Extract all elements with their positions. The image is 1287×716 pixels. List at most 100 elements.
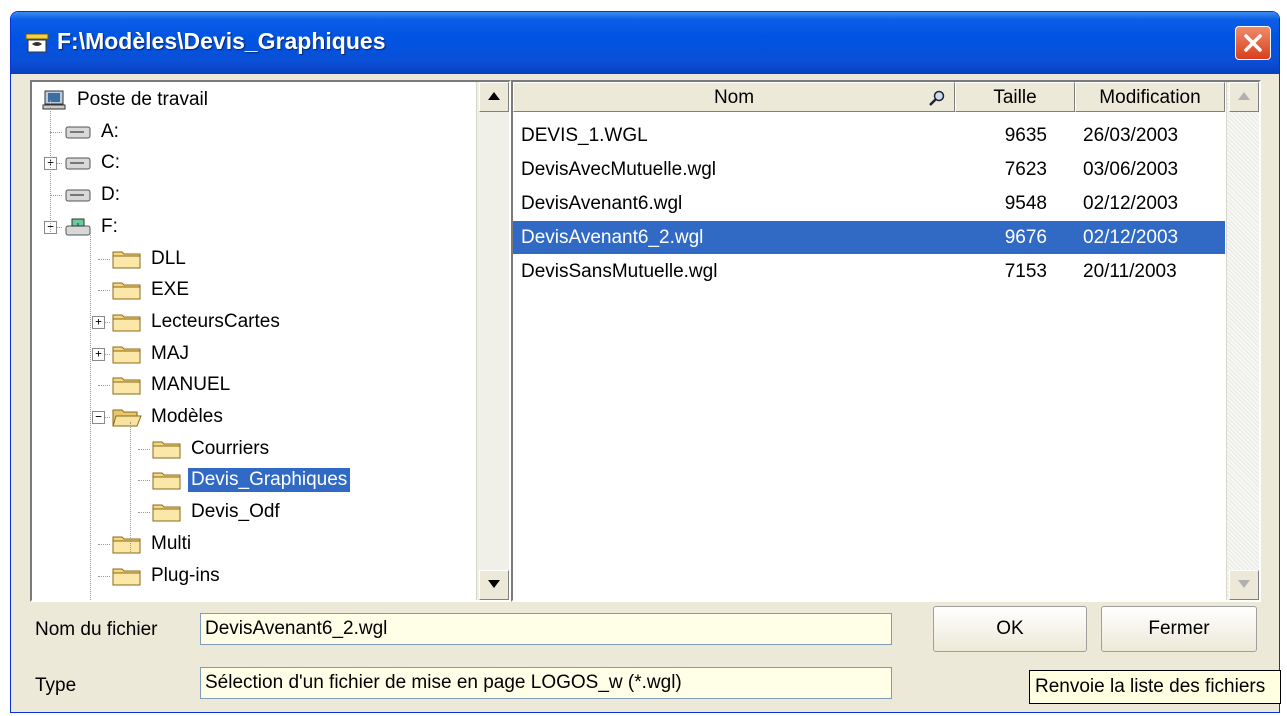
file-row[interactable]: DevisAvenant6.wgl 9548 02/12/2003: [513, 187, 1225, 220]
tree-item[interactable]: DLL: [112, 244, 189, 274]
file-list[interactable]: Nom Taille Modification DEVIS_1.WGL 9635 2…: [511, 80, 1261, 602]
tree-item-label: F:: [101, 215, 118, 237]
file-size: 9635: [1004, 125, 1047, 146]
file-row[interactable]: DevisAvenant6_2.wgl 9676 02/12/2003: [513, 221, 1225, 254]
folder-icon: [112, 536, 141, 554]
tree-item-label: A:: [101, 120, 119, 142]
tree-connector: [138, 480, 150, 482]
folder-icon: [112, 314, 141, 332]
file-name: DEVIS_1.WGL: [521, 125, 648, 146]
computer-icon: [42, 90, 66, 110]
tree-connector: [98, 290, 110, 292]
tree-item[interactable]: D:: [64, 180, 123, 210]
tree-item[interactable]: Courriers: [152, 434, 272, 464]
column-header-name[interactable]: Nom: [513, 82, 955, 112]
tree-connector: [50, 100, 51, 232]
close-window-button[interactable]: [1235, 26, 1271, 60]
tree-scrollbar[interactable]: [476, 82, 509, 600]
title-bar[interactable]: F:\Modèles\Devis_Graphiques: [11, 12, 1279, 74]
file-date: 20/11/2003: [1083, 261, 1177, 282]
tree-connector: [50, 195, 62, 197]
drive-icon: [65, 157, 91, 170]
folder-tree[interactable]: Poste de travail A: C: + D: F: − DLL EXE Lecteurs…: [30, 80, 511, 602]
filename-field[interactable]: DevisAvenant6_2.wgl: [200, 613, 892, 645]
column-header-size[interactable]: Taille: [955, 82, 1075, 112]
tree-item-label: Multi: [151, 532, 192, 554]
file-row[interactable]: DevisSansMutuelle.wgl 7153 20/11/2003: [513, 255, 1225, 288]
tree-item[interactable]: Poste de travail: [40, 85, 211, 115]
tree-item-label: DLL: [151, 247, 186, 269]
tree-item[interactable]: Multi: [112, 529, 194, 559]
file-size: 7153: [1004, 261, 1047, 282]
file-row[interactable]: DevisAvecMutuelle.wgl 7623 03/06/2003: [513, 153, 1225, 186]
filename-label-text: Nom du fichier: [35, 619, 158, 640]
tree-item[interactable]: Plug-ins: [112, 561, 223, 591]
tree-item-label: Plug-ins: [151, 564, 220, 586]
tree-connector: [98, 575, 110, 577]
type-field[interactable]: Sélection d'un fichier de mise en page L…: [200, 667, 892, 699]
collapse-icon[interactable]: −: [92, 411, 105, 424]
file-row[interactable]: DEVIS_1.WGL 9635 26/03/2003: [513, 119, 1225, 152]
filename-label: Nom du fichier: [35, 619, 158, 641]
tree-item-label: LecteursCartes: [151, 310, 280, 332]
column-header-modified[interactable]: Modification: [1075, 82, 1225, 112]
tree-item-label: Courriers: [191, 437, 270, 459]
expand-icon[interactable]: +: [92, 347, 105, 361]
tree-item[interactable]: C:: [64, 148, 123, 178]
file-name: DevisSansMutuelle.wgl: [521, 261, 718, 282]
tree-connector: [138, 448, 150, 450]
arrow-up-icon: [1238, 92, 1250, 100]
file-name: DevisAvenant6_2.wgl: [521, 227, 704, 248]
list-scrollbar[interactable]: [1226, 82, 1259, 600]
list-header: Nom Taille Modification: [513, 82, 1225, 114]
tree-item[interactable]: Devis_Graphiques: [152, 465, 351, 495]
tree-item[interactable]: F:: [64, 212, 121, 242]
folder-icon: [152, 441, 181, 459]
list-scroll-down-button[interactable]: [1229, 570, 1259, 600]
tree-item-label: MAJ: [151, 342, 189, 364]
folder-icon: [112, 377, 141, 395]
app-icon: [25, 33, 49, 53]
column-size-label: Taille: [993, 87, 1037, 108]
tree-item[interactable]: EXE: [112, 275, 192, 305]
tree-item[interactable]: Devis_Odf: [152, 497, 283, 527]
file-name: DevisAvenant6.wgl: [521, 193, 683, 214]
file-date: 26/03/2003: [1083, 125, 1179, 146]
tree-item-label: Devis_Graphiques: [188, 468, 351, 493]
tooltip: Renvoie la liste des fichiers: [1029, 670, 1281, 704]
tree-connector: [50, 131, 62, 133]
column-name-label: Nom: [713, 87, 755, 108]
file-date: 02/12/2003: [1083, 193, 1179, 214]
folder-icon: [112, 251, 141, 268]
file-name: DevisAvecMutuelle.wgl: [521, 159, 717, 180]
tree-item[interactable]: MAJ: [112, 339, 192, 369]
file-date: 02/12/2003: [1083, 227, 1179, 248]
tree-item-label: C:: [101, 152, 120, 174]
expand-icon[interactable]: +: [92, 315, 105, 329]
tree-item-label: EXE: [151, 279, 190, 301]
open-folder-icon: [112, 409, 142, 427]
tree-item-label: MANUEL: [151, 374, 231, 396]
ok-button[interactable]: OK: [933, 606, 1087, 652]
tree-item-label: Devis_Odf: [191, 501, 280, 523]
file-date: 03/06/2003: [1083, 159, 1179, 180]
close-button[interactable]: Fermer: [1101, 606, 1257, 652]
folder-icon: [152, 472, 181, 490]
tree-connector: [98, 385, 110, 387]
drive-icon: [65, 189, 91, 202]
drive-icon: [65, 126, 91, 139]
arrow-up-icon: [488, 92, 500, 100]
tree-scroll-down-button[interactable]: [479, 570, 509, 600]
file-size: 9676: [1004, 227, 1047, 248]
tree-item[interactable]: A:: [64, 117, 122, 147]
folder-icon: [112, 282, 141, 300]
tree-connector: [90, 232, 91, 600]
tree-item[interactable]: MANUEL: [112, 370, 233, 400]
tree-item-label: Poste de travail: [77, 89, 208, 110]
tree-item[interactable]: LecteursCartes: [112, 307, 283, 337]
tree-connector: [98, 258, 110, 260]
search-icon[interactable]: [928, 89, 946, 107]
tree-scroll-up-button[interactable]: [479, 82, 509, 112]
list-scroll-up-button[interactable]: [1229, 82, 1259, 112]
arrow-down-icon: [488, 580, 500, 588]
